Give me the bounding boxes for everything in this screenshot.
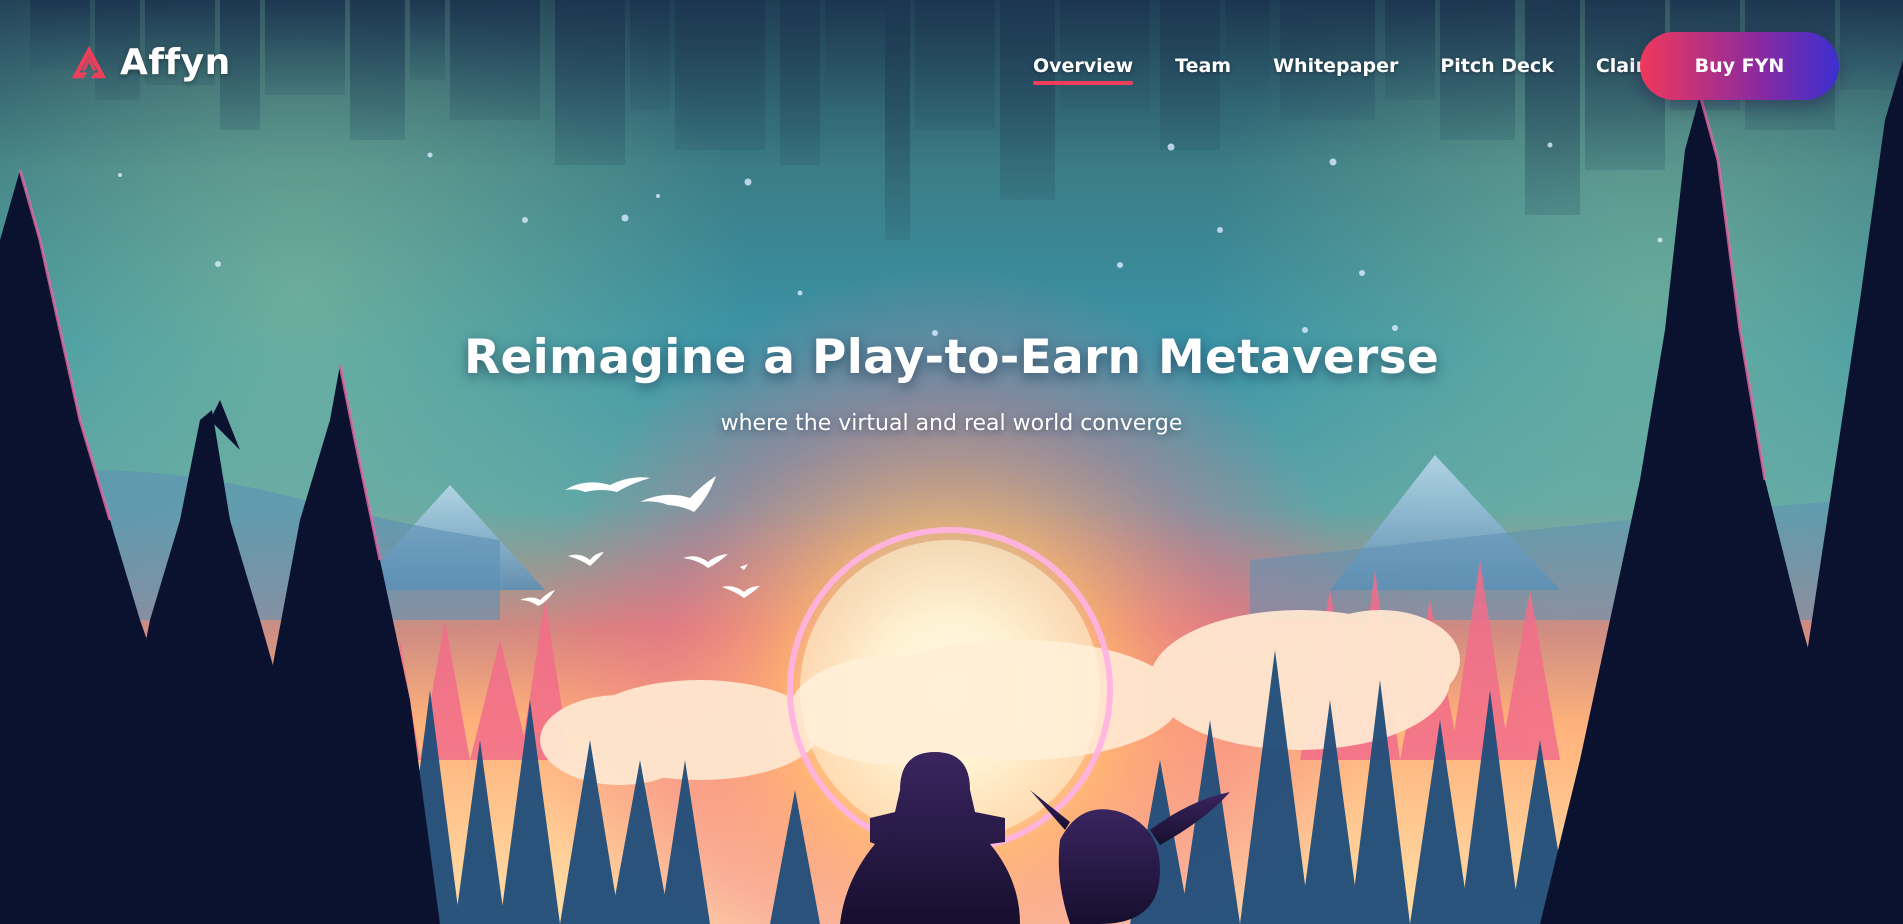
hero-subtitle: where the virtual and real world converg…: [720, 411, 1183, 436]
hero-content: Reimagine a Play-to-Earn Metaverse where…: [0, 330, 1903, 436]
nav-item-team[interactable]: Team: [1175, 55, 1231, 77]
buy-fyn-button[interactable]: Buy FYN: [1640, 32, 1839, 100]
affyn-logo-icon: [71, 45, 107, 78]
brand-name: Affyn: [120, 42, 231, 83]
main-menu: Overview Team Whitepaper Pitch Deck Clai…: [1033, 55, 1655, 85]
hero-title: Reimagine a Play-to-Earn Metaverse: [463, 330, 1440, 385]
nav-item-overview[interactable]: Overview: [1033, 55, 1134, 85]
hero-illustration: [0, 0, 1903, 924]
nav-item-whitepaper[interactable]: Whitepaper: [1273, 55, 1398, 77]
top-navigation: Affyn Overview Team Whitepaper Pitch Dec…: [0, 0, 1903, 130]
hero-banner: Affyn Overview Team Whitepaper Pitch Dec…: [0, 0, 1903, 924]
brand-logo[interactable]: Affyn: [70, 42, 231, 83]
nav-item-pitch-deck[interactable]: Pitch Deck: [1440, 55, 1553, 77]
